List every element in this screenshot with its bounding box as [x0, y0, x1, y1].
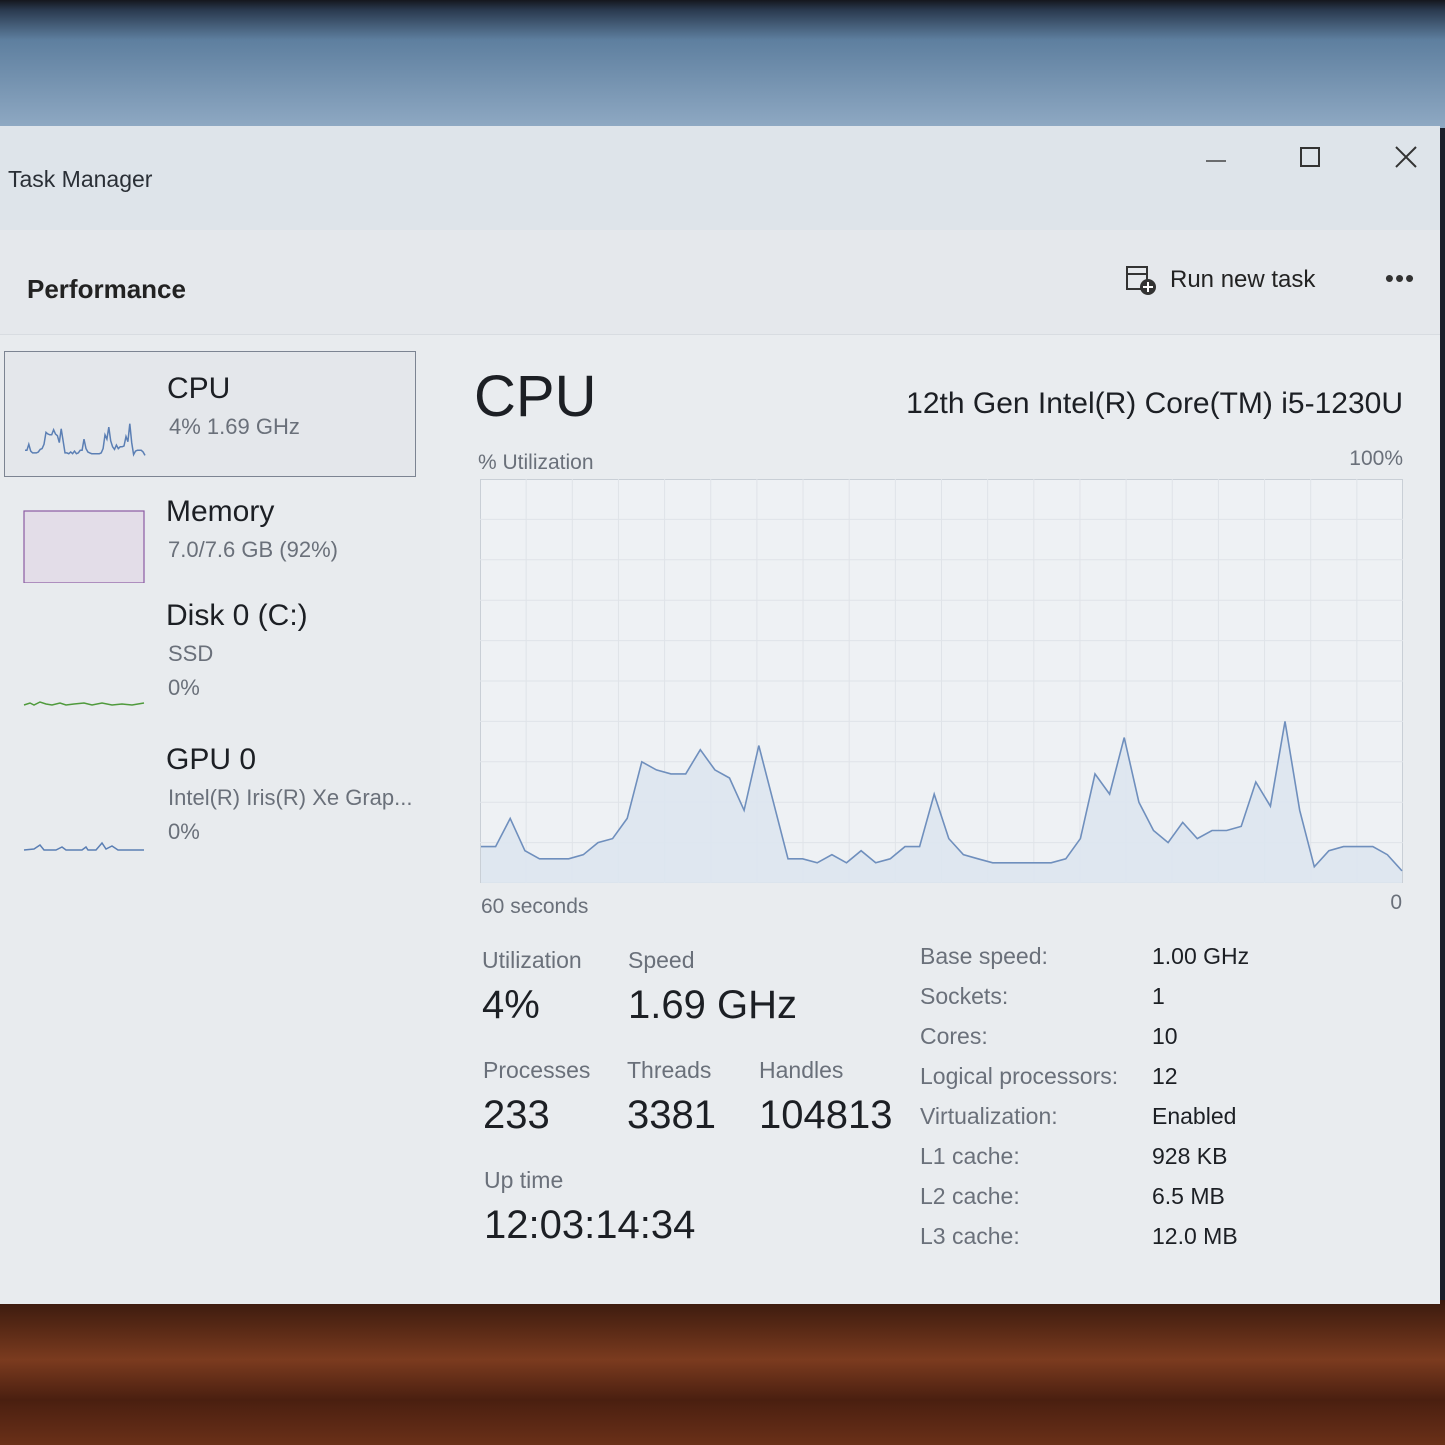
maximize-button[interactable]: [1280, 132, 1340, 182]
processes-value: 233: [483, 1093, 550, 1137]
desktop-background: [0, 0, 1445, 128]
spec-row-virtualization: Virtualization: Enabled: [920, 1103, 1340, 1139]
spec-row-logical-processors: Logical processors: 12: [920, 1063, 1340, 1099]
maximize-icon: [1300, 147, 1320, 167]
cpu-utilization-graph: [480, 479, 1403, 883]
uptime-value: 12:03:14:34: [484, 1203, 696, 1247]
minimize-button[interactable]: [1186, 132, 1246, 182]
spec-value: 1: [1152, 983, 1165, 1009]
handles-label: Handles: [759, 1057, 844, 1083]
page-header: Performance Run new task •••: [0, 230, 1440, 335]
sidebar-item-detail: SSD: [168, 641, 214, 666]
spec-value: 6.5 MB: [1152, 1183, 1225, 1209]
spec-value: 10: [1152, 1023, 1178, 1049]
window-title: Task Manager: [8, 166, 153, 192]
utilization-axis-label: % Utilization: [478, 451, 594, 474]
spec-value: 12: [1152, 1063, 1178, 1089]
spec-row-l1-cache: L1 cache: 928 KB: [920, 1143, 1340, 1179]
sidebar-item-disk[interactable]: Disk 0 (C:) SSD 0%: [4, 599, 414, 723]
panel-title: CPU: [474, 364, 597, 429]
handles-value: 104813: [759, 1093, 893, 1137]
sidebar-item-memory[interactable]: Memory 7.0/7.6 GB (92%): [4, 475, 414, 599]
time-axis-left-label: 60 seconds: [481, 895, 589, 918]
run-new-task-label: Run new task: [1170, 266, 1316, 293]
close-icon: [1395, 146, 1417, 168]
spec-key: Logical processors:: [920, 1063, 1119, 1089]
minimize-icon: [1206, 160, 1226, 162]
memory-mini-graph: [23, 510, 145, 583]
spec-row-cores: Cores: 10: [920, 1023, 1340, 1059]
spec-value: 928 KB: [1152, 1143, 1228, 1169]
page-title: Performance: [27, 274, 186, 304]
close-button[interactable]: [1376, 132, 1436, 182]
spec-value: 1.00 GHz: [1152, 943, 1250, 969]
sidebar-item-usage: 0%: [168, 819, 200, 844]
spec-row-l2-cache: L2 cache: 6.5 MB: [920, 1183, 1340, 1219]
title-bar: Task Manager: [0, 126, 1440, 230]
sidebar-item-label: Disk 0 (C:): [166, 599, 308, 632]
sidebar-item-detail: 4% 1.69 GHz: [169, 414, 300, 439]
spec-key: L2 cache:: [920, 1183, 1020, 1209]
utilization-value: 4%: [482, 983, 540, 1027]
spec-value: 12.0 MB: [1152, 1223, 1238, 1249]
processes-label: Processes: [483, 1057, 591, 1083]
speed-value: 1.69 GHz: [628, 983, 797, 1027]
sidebar-item-detail: Intel(R) Iris(R) Xe Grap...: [168, 785, 413, 810]
sidebar-item-detail: 7.0/7.6 GB (92%): [168, 537, 338, 562]
spec-value: Enabled: [1152, 1103, 1237, 1129]
desk-surface: [0, 1300, 1445, 1445]
cpu-model-name: 12th Gen Intel(R) Core(TM) i5-1230U: [906, 387, 1403, 420]
sidebar-item-gpu[interactable]: GPU 0 Intel(R) Iris(R) Xe Grap... 0%: [4, 743, 414, 867]
spec-key: Sockets:: [920, 983, 1009, 1009]
run-new-task-icon: [1126, 266, 1156, 295]
cpu-detail-panel: CPU 12th Gen Intel(R) Core(TM) i5-1230U …: [440, 335, 1440, 1304]
task-manager-window: Task Manager Performance Run new task ••…: [0, 126, 1440, 1304]
spec-key: L3 cache:: [920, 1223, 1020, 1249]
threads-value: 3381: [627, 1093, 716, 1137]
time-axis-right-label: 0: [1390, 891, 1402, 914]
spec-key: Base speed:: [920, 943, 1048, 969]
utilization-label: Utilization: [482, 947, 582, 973]
spec-row-base-speed: Base speed: 1.00 GHz: [920, 943, 1340, 979]
spec-key: Cores:: [920, 1023, 988, 1049]
uptime-label: Up time: [484, 1167, 564, 1193]
spec-key: L1 cache:: [920, 1143, 1020, 1169]
sidebar-item-cpu[interactable]: CPU 4% 1.69 GHz: [4, 351, 416, 477]
spec-row-l3-cache: L3 cache: 12.0 MB: [920, 1223, 1340, 1259]
more-options-button[interactable]: •••: [1378, 260, 1422, 296]
speed-label: Speed: [628, 947, 695, 973]
sidebar-item-label: CPU: [167, 372, 231, 405]
sidebar-item-label: GPU 0: [166, 743, 257, 776]
gpu-mini-graph: [23, 841, 144, 851]
sidebar-item-usage: 0%: [168, 675, 200, 700]
spec-key: Virtualization:: [920, 1103, 1058, 1129]
utilization-max-label: 100%: [1349, 447, 1403, 470]
threads-label: Threads: [627, 1057, 712, 1083]
performance-sidebar: CPU 4% 1.69 GHz Memory 7.0/7.6 GB (92%) …: [0, 335, 440, 1304]
sidebar-item-label: Memory: [166, 495, 275, 528]
run-new-task-button[interactable]: Run new task: [1124, 260, 1315, 300]
disk-mini-graph: [23, 701, 145, 706]
spec-row-sockets: Sockets: 1: [920, 983, 1340, 1019]
cpu-mini-graph: [25, 423, 146, 457]
